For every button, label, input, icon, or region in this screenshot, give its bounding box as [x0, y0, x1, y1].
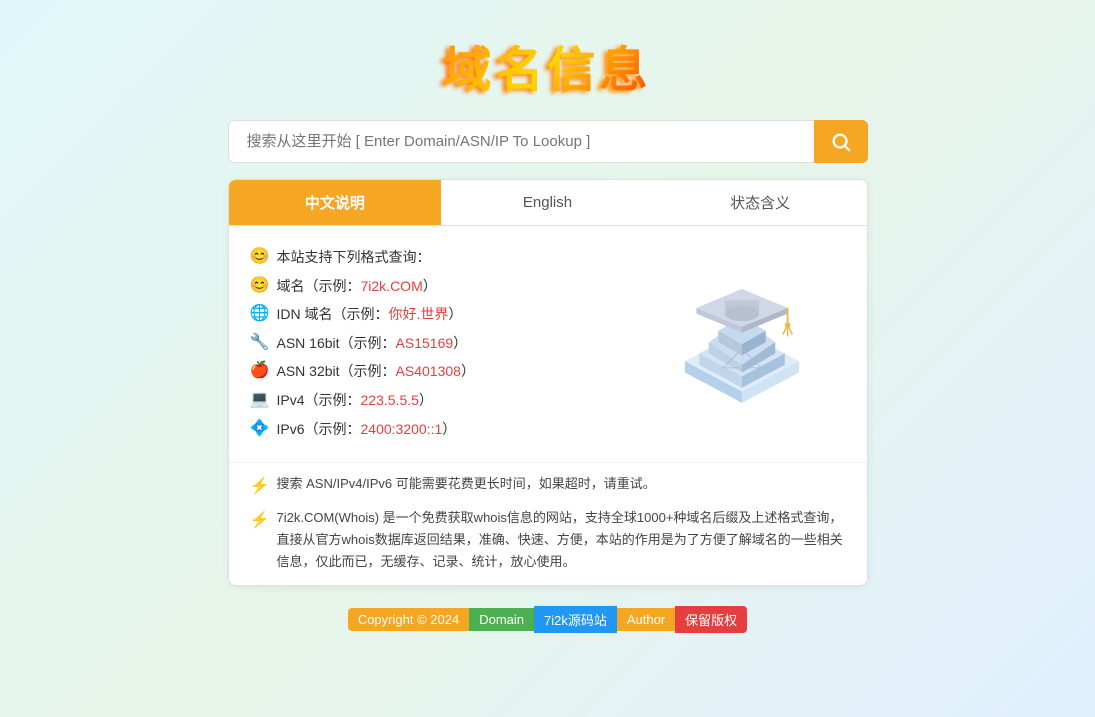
domain-icon: 😊: [249, 275, 271, 297]
copyright-label: Copyright: [358, 612, 414, 627]
asn16-icon: 🔧: [249, 332, 271, 354]
ipv4-row: 💻 IPv4（示例：223.5.5.5）: [249, 387, 627, 414]
note1-text: 搜索 ASN/IPv4/IPv6 可能需要花费更长时间，如果超时，请重试。: [277, 473, 656, 495]
intro-row: 😊 本站支持下列格式查询：: [249, 244, 627, 271]
domain-text: 域名（示例：7i2k.COM）: [277, 273, 437, 300]
iso-illustration-svg: [647, 254, 837, 434]
copyright-badge: Copyright © 2024: [348, 608, 469, 631]
author-label-badge: Author: [617, 608, 675, 631]
note1-icon: ⚡: [249, 475, 271, 497]
search-icon: [830, 131, 852, 153]
note2-icon: ⚡: [249, 509, 271, 531]
domain-label-badge: Domain: [469, 608, 534, 631]
ipv6-link[interactable]: 2400:3200::1: [361, 421, 443, 437]
tab-status[interactable]: 状态含义: [654, 180, 867, 225]
note-area: ⚡ 搜索 ASN/IPv4/IPv6 可能需要花费更长时间，如果超时，请重试。 …: [229, 462, 867, 585]
tabs: 中文说明 English 状态含义: [229, 180, 867, 226]
domain-value-badge[interactable]: 7i2k源码站: [534, 606, 617, 633]
illustration: [637, 244, 847, 444]
intro-text: 本站支持下列格式查询：: [277, 244, 431, 271]
asn16-link[interactable]: AS15169: [396, 335, 454, 351]
content-area: 😊 本站支持下列格式查询： 😊 域名（示例：7i2k.COM） 🌐 IDN 域名…: [229, 226, 867, 462]
rights-badge: 保留版权: [675, 606, 747, 633]
search-input[interactable]: [228, 120, 814, 163]
asn32-row: 🍎 ASN 32bit（示例：AS401308）: [249, 358, 627, 385]
footer: Copyright © 2024 Domain 7i2k源码站 Author 保…: [348, 606, 747, 633]
asn32-text: ASN 32bit（示例：AS401308）: [277, 358, 475, 385]
idn-row: 🌐 IDN 域名（示例：你好.世界）: [249, 301, 627, 328]
domain-link[interactable]: 7i2k.COM: [361, 278, 423, 294]
ipv4-link[interactable]: 223.5.5.5: [361, 392, 419, 408]
main-card: 中文说明 English 状态含义 😊 本站支持下列格式查询： 😊 域名（示例：…: [228, 179, 868, 586]
note-row-1: ⚡ 搜索 ASN/IPv4/IPv6 可能需要花费更长时间，如果超时，请重试。: [249, 473, 847, 497]
asn32-link[interactable]: AS401308: [396, 363, 461, 379]
ipv4-text: IPv4（示例：223.5.5.5）: [277, 387, 433, 414]
domain-row: 😊 域名（示例：7i2k.COM）: [249, 273, 627, 300]
site-logo: 域名信息: [443, 30, 651, 100]
asn16-text: ASN 16bit（示例：AS15169）: [277, 330, 468, 357]
note2-text: 7i2k.COM(Whois) 是一个免费获取whois信息的网站，支持全球10…: [277, 507, 847, 573]
search-button[interactable]: [814, 120, 868, 163]
idn-link[interactable]: 你好.世界: [389, 306, 449, 322]
idn-icon: 🌐: [249, 303, 271, 325]
ipv6-text: IPv6（示例：2400:3200::1）: [277, 416, 457, 443]
asn16-row: 🔧 ASN 16bit（示例：AS15169）: [249, 330, 627, 357]
search-area: [228, 120, 868, 163]
text-content: 😊 本站支持下列格式查询： 😊 域名（示例：7i2k.COM） 🌐 IDN 域名…: [249, 244, 627, 444]
intro-icon: 😊: [249, 246, 271, 268]
logo-area: 域名信息: [443, 30, 651, 100]
ipv6-row: 💠 IPv6（示例：2400:3200::1）: [249, 416, 627, 443]
copyright-year: © 2024: [417, 612, 459, 627]
note-row-2: ⚡ 7i2k.COM(Whois) 是一个免费获取whois信息的网站，支持全球…: [249, 507, 847, 573]
tab-english[interactable]: English: [441, 180, 654, 225]
idn-text: IDN 域名（示例：你好.世界）: [277, 301, 463, 328]
ipv4-icon: 💻: [249, 389, 271, 411]
tab-chinese[interactable]: 中文说明: [229, 180, 442, 225]
asn32-icon: 🍎: [249, 361, 271, 383]
ipv6-icon: 💠: [249, 418, 271, 440]
